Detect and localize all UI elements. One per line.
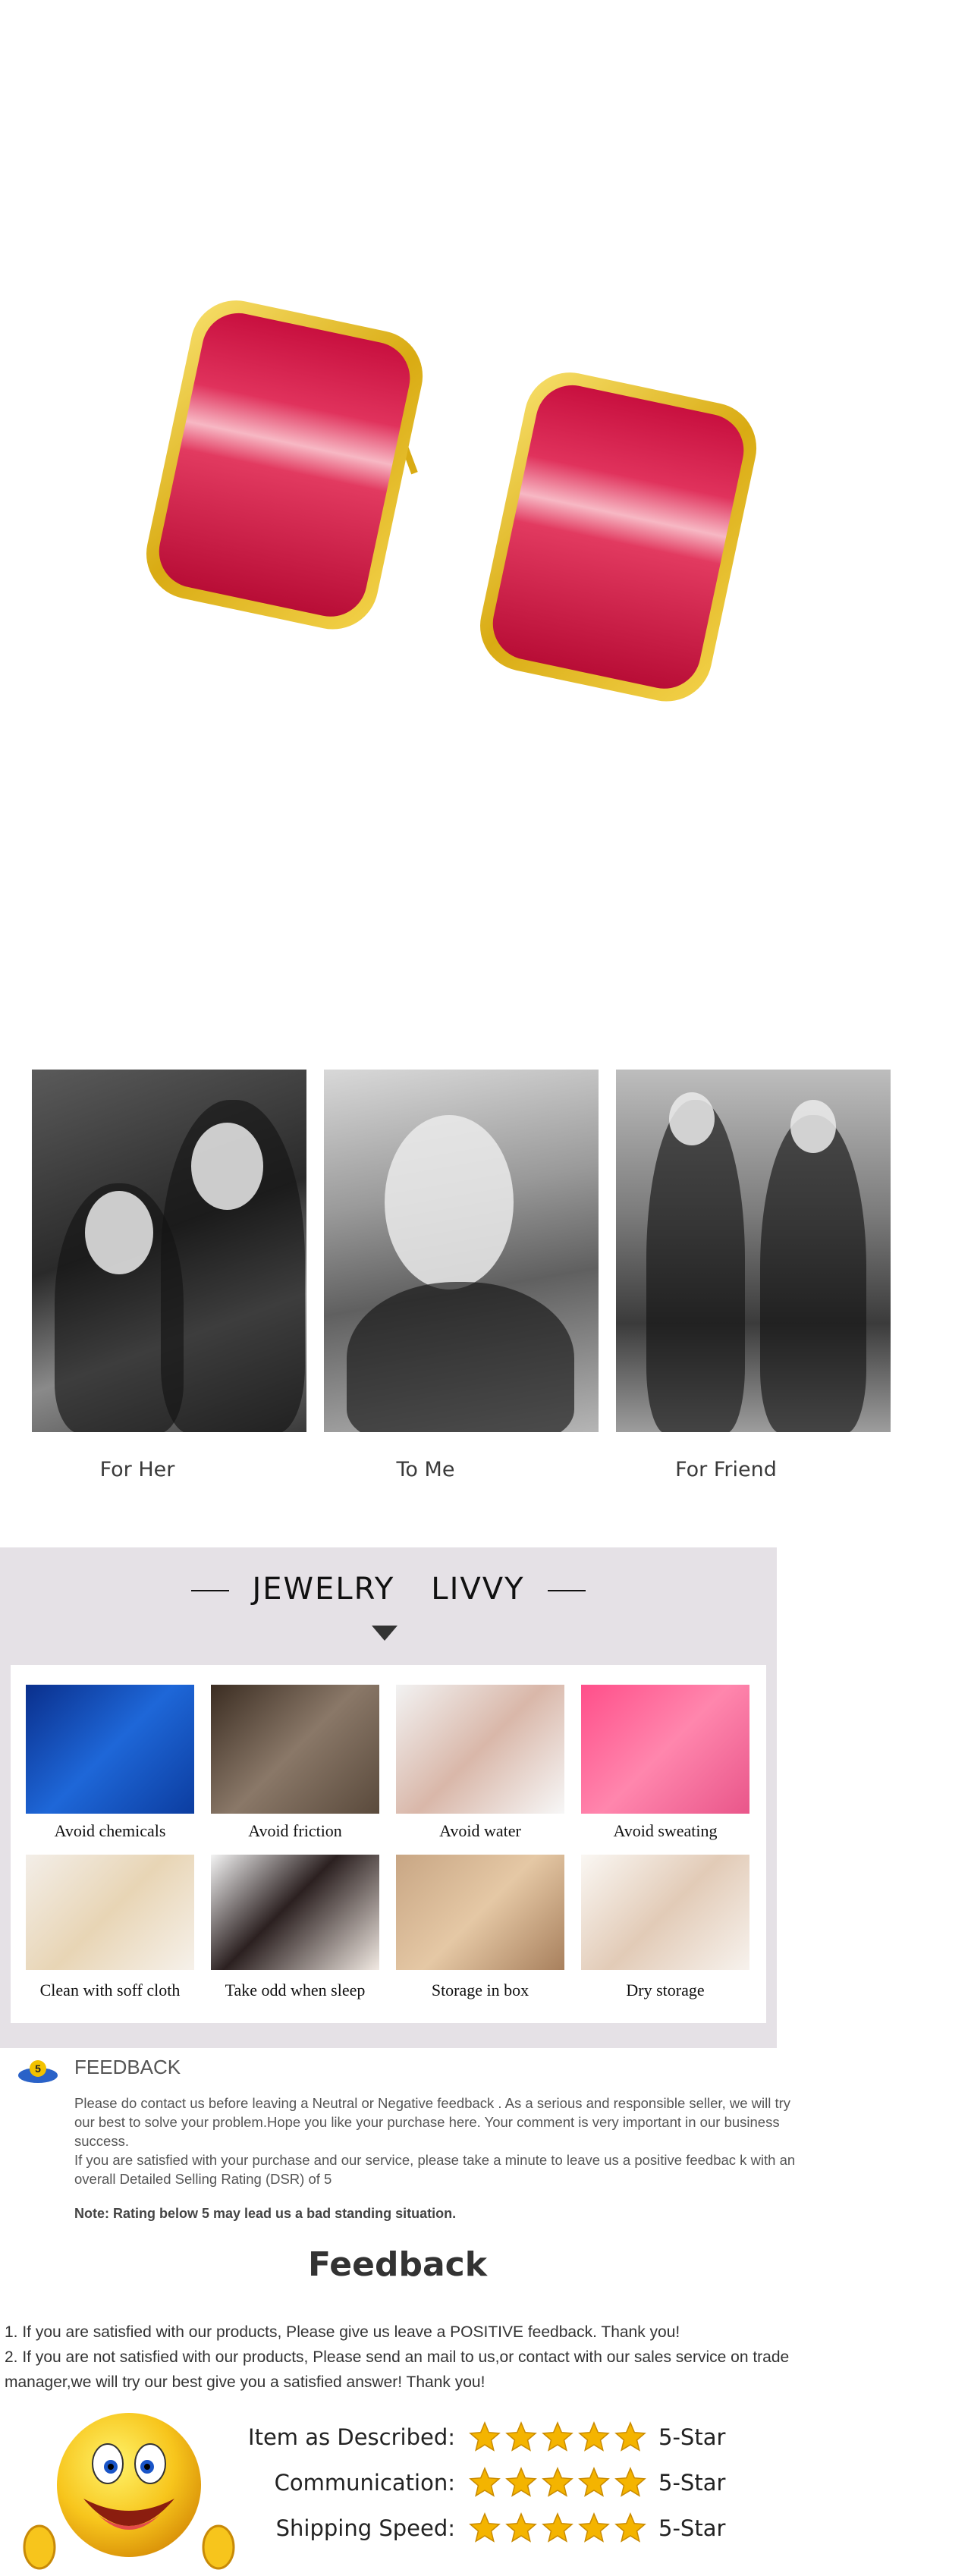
rating-label: Item as Described: — [248, 2424, 455, 2450]
feedback-notice: 5 FEEDBACK Please do contact us before l… — [0, 2048, 971, 2230]
chemicals-image — [26, 1685, 194, 1814]
care-label: Avoid friction — [248, 1821, 342, 1840]
star-icon — [542, 2421, 573, 2452]
feedback-line-2: 2. If you are not satisfied with our pro… — [5, 2348, 790, 2391]
star-icon — [614, 2467, 646, 2497]
star-icon — [578, 2512, 610, 2543]
brand-livvy: LIVVY — [431, 1572, 525, 1607]
cloth-image — [26, 1855, 194, 1970]
star-icon — [505, 2467, 537, 2497]
feedback-list: 1. If you are satisfied with our product… — [5, 2320, 809, 2395]
care-item: Take odd when sleep — [211, 1855, 379, 2000]
care-title: JEWELRY LIVVY — [0, 1572, 777, 1607]
triangle-down-icon — [372, 1626, 398, 1641]
notice-note: Note: Rating below 5 may lead us a bad s… — [74, 2206, 457, 2221]
star-icon — [469, 2421, 501, 2452]
rating-value: 5-Star — [658, 2515, 726, 2541]
care-label: Avoid water — [439, 1821, 521, 1840]
star-icon — [614, 2512, 646, 2543]
star-rating — [469, 2512, 646, 2543]
star-icon — [505, 2512, 537, 2543]
dry-storage-image — [581, 1855, 749, 1970]
sleep-image — [211, 1855, 379, 1970]
product-image — [0, 0, 971, 1016]
caption-to-me: To Me — [396, 1458, 455, 1481]
care-label: Avoid sweating — [613, 1821, 718, 1840]
notice-title: FEEDBACK — [74, 2056, 181, 2078]
right-earring — [479, 372, 757, 702]
care-label: Storage in box — [431, 1981, 529, 2000]
care-label: Dry storage — [626, 1981, 705, 2000]
star-icon — [578, 2467, 610, 2497]
star-icon — [578, 2421, 610, 2452]
woman-portrait-photo — [324, 1070, 599, 1432]
rating-label: Shipping Speed: — [275, 2515, 455, 2541]
notice-paragraph-2: If you are satisfied with your purchase … — [74, 2152, 796, 2187]
rating-label: Communication: — [274, 2470, 455, 2496]
box-image — [396, 1855, 564, 1970]
rating-row-shipping-speed: Shipping Speed: 5-Star — [250, 2512, 781, 2547]
earrings-illustration — [146, 300, 757, 702]
caption-for-her: For Her — [99, 1458, 175, 1481]
caption-for-friend: For Friend — [675, 1458, 777, 1481]
rating-row-item-described: Item as Described: 5-Star — [248, 2421, 781, 2456]
brand-jewelry: JEWELRY — [252, 1572, 395, 1607]
star-icon — [469, 2512, 501, 2543]
care-item: Avoid chemicals — [26, 1685, 194, 1840]
sweating-image — [581, 1685, 749, 1814]
care-item: Dry storage — [581, 1855, 749, 2000]
title-dash-left — [191, 1590, 230, 1591]
friction-image — [211, 1685, 379, 1814]
care-item: Storage in box — [396, 1855, 564, 2000]
care-item: Avoid friction — [211, 1685, 379, 1840]
badge-number: 5 — [35, 2062, 41, 2075]
notice-text: Please do contact us before leaving a Ne… — [74, 2094, 803, 2188]
feedback-line-1: 1. If you are satisfied with our product… — [5, 2323, 680, 2341]
care-item: Clean with soff cloth — [26, 1855, 194, 2000]
star-rating — [469, 2467, 646, 2497]
occasion-photos: For Her To Me For Friend — [0, 1070, 971, 1494]
rating-row-communication: Communication: 5-Star — [250, 2467, 781, 2502]
star-icon — [614, 2421, 646, 2452]
left-earring — [146, 300, 423, 630]
friends-photo — [616, 1070, 891, 1432]
feedback-heading: Feedback — [308, 2245, 487, 2284]
thumbs-up-smiley-icon — [23, 2413, 235, 2570]
care-label: Avoid chemicals — [54, 1821, 166, 1840]
couple-photo — [32, 1070, 306, 1432]
care-item: Avoid water — [396, 1685, 564, 1840]
star-icon — [505, 2421, 537, 2452]
star-icon — [469, 2467, 501, 2497]
care-label: Take odd when sleep — [225, 1981, 366, 2000]
title-dash-right — [547, 1590, 586, 1591]
five-star-badge-icon: 5 — [18, 2060, 58, 2083]
rating-value: 5-Star — [658, 2424, 726, 2450]
rating-value: 5-Star — [658, 2470, 726, 2496]
star-icon — [542, 2467, 573, 2497]
care-grid: Avoid chemicals Avoid friction Avoid wat… — [11, 1665, 766, 2023]
notice-paragraph-1: Please do contact us before leaving a Ne… — [74, 2095, 791, 2149]
star-rating — [469, 2421, 646, 2452]
water-image — [396, 1685, 564, 1814]
star-icon — [542, 2512, 573, 2543]
jewelry-care-panel: JEWELRY LIVVY Avoid chemicals Avoid frict… — [0, 1547, 777, 2048]
care-label: Clean with soff cloth — [39, 1981, 181, 2000]
care-item: Avoid sweating — [581, 1685, 749, 1840]
